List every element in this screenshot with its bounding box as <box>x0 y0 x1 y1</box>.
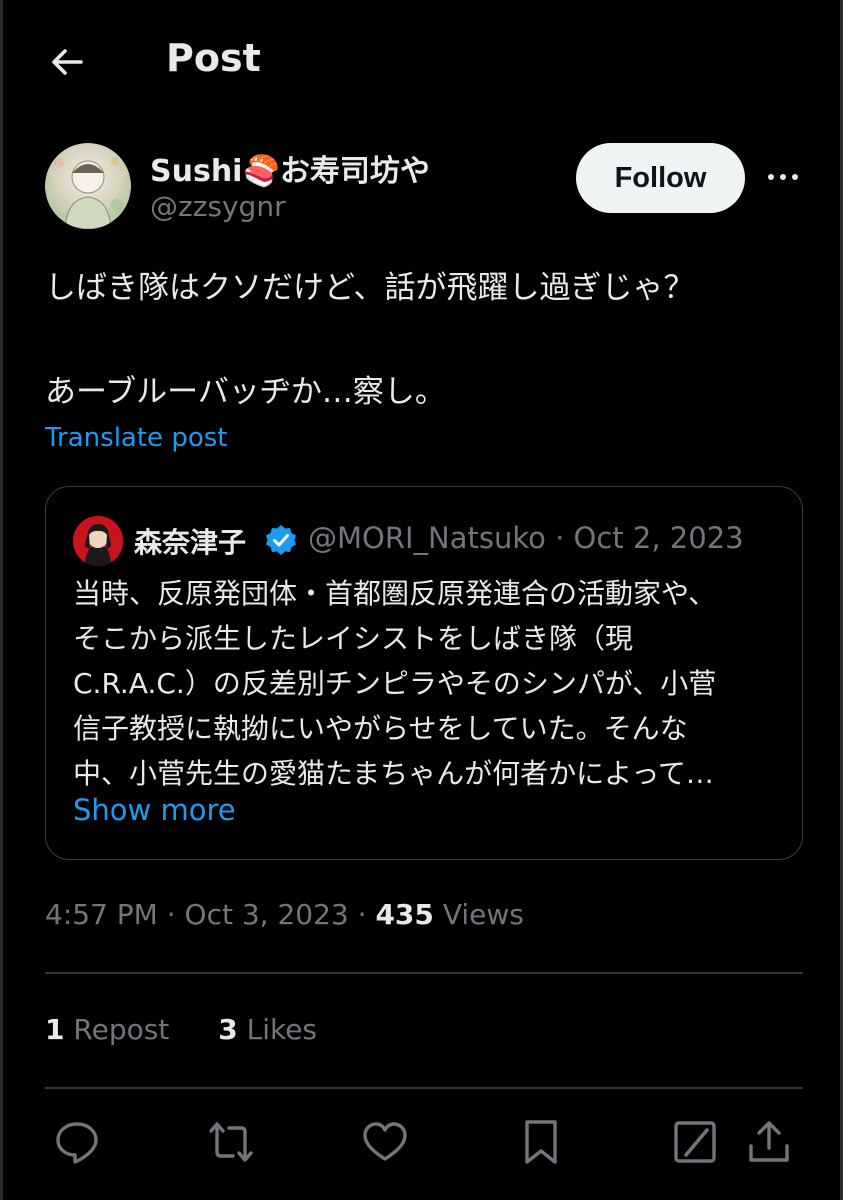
engagement-stats: 1 Repost 3 Likes <box>45 1013 357 1046</box>
author-handle[interactable]: @zzsygnr <box>150 190 286 223</box>
reposts-label: Repost <box>73 1013 170 1046</box>
views-label: Views <box>442 898 524 931</box>
like-button[interactable] <box>361 1118 409 1166</box>
quote-text-line: 当時、反原発団体・首都圏反原発連合の活動家や、 <box>73 577 717 610</box>
quote-author-handle[interactable]: @MORI_Natsuko <box>308 521 546 555</box>
likes-stat[interactable]: 3 Likes <box>218 1013 317 1046</box>
avatar-illustration <box>54 157 123 229</box>
quote-text: 当時、反原発団体・首都圏反原発連合の活動家や、 そこから派生したレイシストをしば… <box>73 571 783 796</box>
page-title: Post <box>166 36 261 80</box>
bookmark-button[interactable] <box>517 1118 565 1166</box>
repost-icon <box>209 1122 253 1162</box>
share-icon <box>749 1121 789 1162</box>
divider <box>45 972 803 974</box>
share-button[interactable] <box>745 1118 793 1166</box>
quote-avatar-illustration <box>73 516 123 566</box>
translate-post-link[interactable]: Translate post <box>45 423 227 453</box>
author-display-name[interactable]: Sushi🍣お寿司坊や <box>150 146 430 190</box>
separator-dot: · <box>357 898 367 931</box>
arrow-left-icon <box>52 49 83 75</box>
post-text-line: しばき隊はクソだけど、話が飛躍し過ぎじゃ？ <box>45 270 695 306</box>
reposts-stat[interactable]: 1 Repost <box>45 1013 169 1046</box>
more-options-button[interactable] <box>763 162 803 192</box>
post-time[interactable]: 4:57 PM <box>45 898 158 931</box>
bookmark-icon <box>525 1120 557 1164</box>
divider <box>45 1087 803 1089</box>
likes-label: Likes <box>246 1013 318 1046</box>
grok-icon <box>674 1121 716 1163</box>
post-text: しばき隊はクソだけど、話が飛躍し過ぎじゃ？ あーブルーバッヂか…察し。 <box>45 262 805 418</box>
reply-icon <box>56 1122 98 1164</box>
quote-date[interactable]: Oct 2, 2023 <box>574 521 744 555</box>
back-button[interactable] <box>47 42 87 82</box>
grok-button[interactable] <box>671 1118 719 1166</box>
reposts-count: 1 <box>45 1013 65 1046</box>
like-icon <box>363 1122 407 1161</box>
show-more-link[interactable]: Show more <box>73 793 236 827</box>
quote-author-name[interactable]: 森奈津子 <box>134 521 246 561</box>
verified-badge-icon <box>264 523 298 557</box>
quoted-post-card[interactable]: 森奈津子 @MORI_Natsuko · Oct 2, 2023 当時、反原発団… <box>45 486 803 860</box>
post-detail-screen: Post Sushi🍣お寿司坊や @zzsygnr Follow しばき隊はクソ… <box>0 0 843 1200</box>
post-text-line: あーブルーバッヂか…察し。 <box>45 374 446 410</box>
quote-author-avatar[interactable] <box>73 516 123 566</box>
quote-text-line: そこから派生したレイシストをしばき隊（現 <box>73 622 634 655</box>
repost-button[interactable] <box>207 1118 255 1166</box>
author-avatar[interactable] <box>45 143 131 229</box>
quote-handle-date: @MORI_Natsuko · Oct 2, 2023 <box>308 521 744 555</box>
views-count: 435 <box>375 898 434 931</box>
follow-button[interactable]: Follow <box>576 143 745 213</box>
quote-text-line: C.R.A.C.）の反差別チンピラやそのシンパが、小菅 <box>73 667 717 700</box>
post-text-line <box>45 314 805 366</box>
more-horizontal-icon <box>768 174 798 180</box>
quote-text-line: 中、小菅先生の愛猫たまちゃんが何者かによって… <box>73 757 714 790</box>
reply-button[interactable] <box>53 1118 101 1166</box>
post-date[interactable]: Oct 3, 2023 <box>185 898 349 931</box>
likes-count: 3 <box>218 1013 238 1046</box>
quote-text-line: 信子教授に執拗にいやがらせをしていた。そんな <box>73 712 688 745</box>
post-meta: 4:57 PM · Oct 3, 2023 · 435 Views <box>45 898 524 931</box>
separator-dot: · <box>166 898 176 931</box>
separator-dot: · <box>555 521 565 555</box>
